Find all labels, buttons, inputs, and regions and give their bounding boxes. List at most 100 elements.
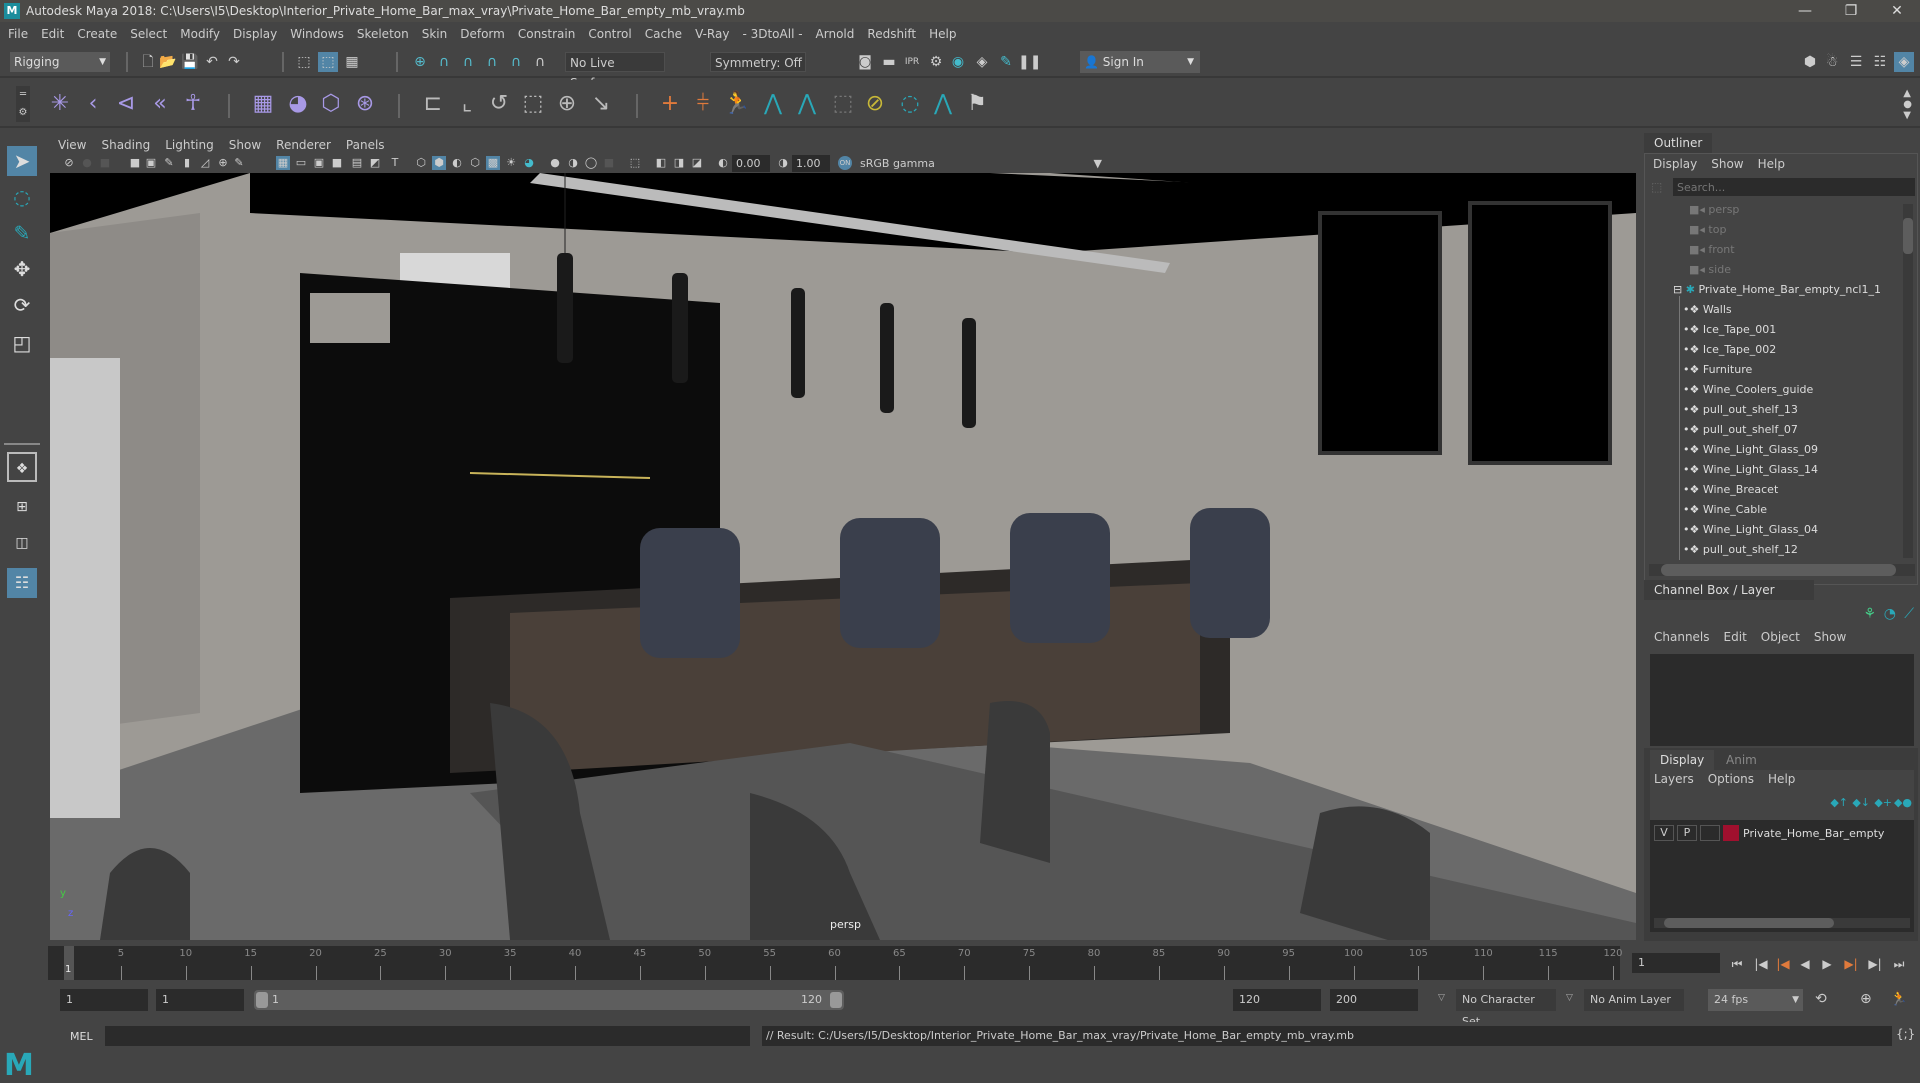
playback-end-field[interactable]: 120 — [1233, 989, 1321, 1011]
select-component-icon[interactable]: ▦ — [342, 52, 362, 72]
exposure-field[interactable]: 0.00 — [732, 155, 770, 172]
outliner-item[interactable]: •❖ Wine_Light_Glass_04 — [1683, 520, 1818, 540]
lasso-paint-icon[interactable]: ◌ — [895, 89, 925, 119]
outliner-item[interactable]: •❖ Ice_Tape_001 — [1683, 320, 1776, 340]
render-settings-icon[interactable]: ⚙ — [926, 52, 946, 72]
channel-box-menu-show[interactable]: Show — [1814, 630, 1846, 644]
wireframe-icon[interactable]: ⬡ — [414, 156, 428, 170]
locator-icon[interactable]: + — [655, 89, 685, 119]
anim-layer-dropdown[interactable]: No Anim Layer — [1584, 989, 1684, 1011]
lattice-icon[interactable]: ⬡ — [316, 89, 346, 119]
insert-joint-icon[interactable]: « — [145, 89, 175, 119]
aim-constraint-icon[interactable]: ⊕ — [552, 89, 582, 119]
outliner-item-front[interactable]: ■◂ front — [1689, 240, 1735, 260]
outliner-item[interactable]: •❖ pull_out_shelf_12 — [1683, 540, 1798, 560]
minimize-button[interactable]: — — [1782, 0, 1828, 22]
move-layer-up-icon[interactable]: ◆↑ — [1830, 796, 1848, 809]
fps-dropdown[interactable]: 24 fps ▼ — [1708, 989, 1803, 1011]
menu-help[interactable]: Help — [929, 27, 956, 41]
paint-skin-weights-icon[interactable]: ▦ — [248, 89, 278, 119]
viewport-menu-renderer[interactable]: Renderer — [276, 138, 331, 152]
render-current-icon[interactable]: ▬ — [879, 52, 899, 72]
point-constraint-icon[interactable]: ⌞ — [452, 89, 482, 119]
outliner-item[interactable]: •❖ Ice_Tape_002 — [1683, 340, 1776, 360]
pause-icon[interactable]: ❚❚ — [1018, 52, 1041, 72]
scale-constraint-icon[interactable]: ⬚ — [518, 89, 548, 119]
outliner-item[interactable]: •❖ Wine_Coolers_guide — [1683, 380, 1813, 400]
persp-outliner-layout-icon[interactable]: ◫ — [7, 528, 37, 558]
outliner-item-root[interactable]: ⊟ ✱ Private_Home_Bar_empty_ncl1_1 — [1673, 280, 1881, 300]
joint-tool-icon[interactable]: ✳ — [45, 89, 75, 119]
go-to-end-icon[interactable]: ⏭ — [1890, 955, 1908, 973]
2d-pan-zoom-icon[interactable]: ▣ — [144, 156, 158, 170]
menu-constrain[interactable]: Constrain — [518, 27, 576, 41]
xray-icon[interactable]: ◩ — [368, 156, 382, 170]
new-layer-selected-icon[interactable]: ◆● — [1894, 796, 1912, 809]
animation-start-field[interactable]: 1 — [60, 989, 148, 1011]
range-slider[interactable]: 1 120 — [254, 990, 844, 1010]
viewport-menu-view[interactable]: View — [58, 138, 86, 152]
layer-hscrollbar[interactable] — [1654, 918, 1910, 928]
menu-set-dropdown[interactable]: Rigging ▼ — [10, 52, 110, 72]
step-forward-key-icon[interactable]: ▶| — [1866, 955, 1884, 973]
step-back-key-icon[interactable]: |◀ — [1752, 955, 1770, 973]
modeling-toolkit-icon[interactable]: ⬢ — [1800, 52, 1820, 72]
safe-action-icon[interactable]: ▣ — [312, 156, 326, 170]
snap-curve-icon[interactable]: ∩ — [434, 52, 454, 72]
snap-grid-icon[interactable]: ⊕ — [410, 52, 430, 72]
ik-handle-icon[interactable]: ‹ — [78, 89, 108, 119]
loop-icon[interactable]: ⟲ — [1815, 991, 1827, 1007]
field-chart-icon[interactable]: ▭ — [294, 156, 308, 170]
menu-redshift[interactable]: Redshift — [867, 27, 916, 41]
lasso-tool-icon[interactable]: ◌ — [7, 182, 37, 212]
attribute-editor-icon[interactable]: ☰ — [1846, 52, 1866, 72]
cluster-icon[interactable]: ⊛ — [350, 89, 380, 119]
textured-text-icon[interactable]: T — [388, 156, 402, 170]
color-management-toggle-icon[interactable]: ON — [838, 156, 852, 170]
render-setup-icon[interactable]: ◈ — [972, 52, 992, 72]
image-plane-icon[interactable]: ■ — [128, 156, 142, 170]
layer-type-toggle[interactable] — [1700, 825, 1720, 841]
channel-box-tab[interactable]: Channel Box / Layer Editor — [1644, 580, 1814, 617]
channel-box-manip-icon[interactable]: ⚘ — [1863, 606, 1876, 622]
select-tool-icon[interactable]: ➤ — [7, 146, 37, 176]
orient-constraint-icon[interactable]: ↺ — [484, 89, 514, 119]
outliner-item[interactable]: •❖ pull_out_shelf_07 — [1683, 420, 1798, 440]
channel-box-menu-channels[interactable]: Channels — [1654, 630, 1710, 644]
pole-vector-icon[interactable]: ↘ — [586, 89, 616, 119]
layer-menu-layers[interactable]: Layers — [1654, 772, 1694, 786]
rotate-tool-icon[interactable]: ⟳ — [7, 290, 37, 320]
outliner-item[interactable]: •❖ Furniture — [1683, 360, 1752, 380]
collapse-icon[interactable]: ⊟ — [1673, 283, 1686, 296]
light-editor-icon[interactable]: ✎ — [996, 52, 1016, 72]
gamma-icon[interactable]: ◑ — [776, 156, 790, 170]
viewport-menu-panels[interactable]: Panels — [346, 138, 385, 152]
move-layer-down-icon[interactable]: ◆↓ — [1852, 796, 1870, 809]
step-forward-frame-icon[interactable]: ▶| — [1842, 955, 1860, 973]
shelf-scroll[interactable]: ▲ ● ▼ — [1903, 88, 1912, 121]
playback-start-field[interactable]: 1 — [156, 989, 244, 1011]
channel-box-toggle-icon[interactable]: ◈ — [1894, 52, 1914, 72]
channel-box-menu-object[interactable]: Object — [1761, 630, 1800, 644]
four-view-layout-icon[interactable]: ⊞ — [7, 492, 37, 522]
layer-color-swatch[interactable] — [1723, 825, 1739, 841]
gamma-field[interactable]: 1.00 — [792, 155, 830, 172]
ipr-render-icon[interactable]: IPR — [902, 52, 922, 72]
play-backwards-icon[interactable]: ◀ — [1796, 955, 1814, 973]
character-set-arrow-icon[interactable]: ▽ — [1438, 993, 1445, 1003]
hypershade-icon[interactable]: ◉ — [948, 52, 968, 72]
isolate-icon[interactable]: ⬚ — [628, 156, 642, 170]
redo-icon[interactable]: ↷ — [224, 52, 244, 72]
select-hierarchy-icon[interactable]: ⬚ — [294, 52, 314, 72]
layer-playback-toggle[interactable]: P — [1677, 825, 1697, 841]
layer-tab-display[interactable]: Display — [1650, 750, 1715, 770]
layer-tab-anim[interactable]: Anim — [1716, 750, 1767, 770]
menu-cache[interactable]: Cache — [645, 27, 682, 41]
film-gate-icon[interactable]: ◿ — [198, 156, 212, 170]
menu-windows[interactable]: Windows — [290, 27, 344, 41]
outliner-hscrollbar[interactable] — [1649, 564, 1915, 576]
new-scene-icon[interactable]: 🗋 — [138, 52, 158, 72]
grid-toggle-icon[interactable]: ▦ — [276, 156, 290, 170]
outliner-menu-display[interactable]: Display — [1653, 157, 1697, 171]
single-perspective-layout-icon[interactable]: ❖ — [7, 452, 37, 482]
